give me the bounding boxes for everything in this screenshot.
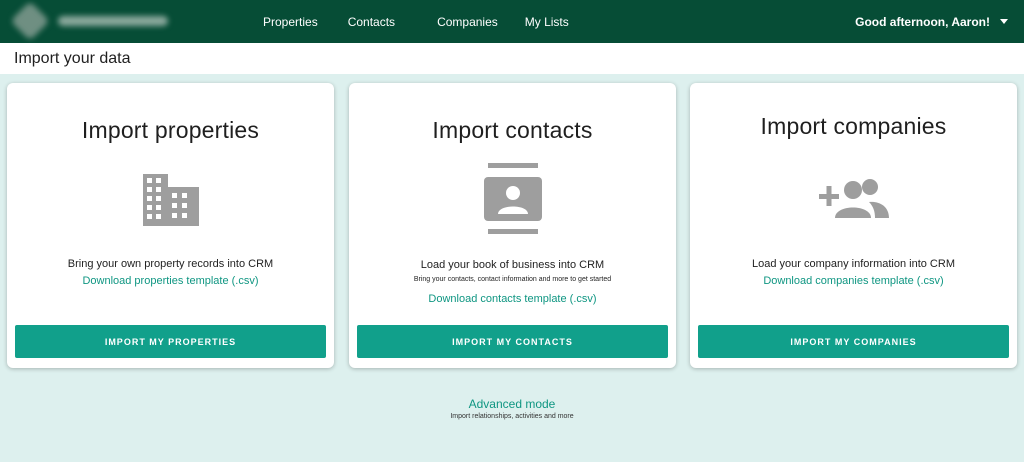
logo-mark-icon — [10, 1, 50, 41]
user-menu[interactable]: Good afternoon, Aaron! — [855, 0, 1008, 43]
brand-logo[interactable] — [10, 1, 170, 41]
nav-item-my-lists[interactable]: My Lists — [513, 15, 584, 29]
building-icon — [142, 173, 200, 232]
nav-item-companies[interactable]: Companies — [422, 15, 513, 29]
advanced-mode-section: Advanced mode Import relationships, acti… — [0, 397, 1024, 420]
chevron-down-icon — [1000, 19, 1008, 24]
card-description: Load your company information into CRM — [752, 258, 955, 270]
card-subtext: Bring your contacts, contact information… — [413, 276, 612, 283]
download-companies-template-link[interactable]: Download companies template (.csv) — [690, 275, 1017, 287]
import-companies-card: Import companies Load your company infor… — [690, 83, 1017, 368]
advanced-mode-link[interactable]: Advanced mode — [0, 397, 1024, 411]
top-navigation-bar: Properties Contacts Companies My Lists G… — [0, 0, 1024, 43]
download-properties-template-link[interactable]: Download properties template (.csv) — [7, 275, 334, 287]
import-my-companies-button[interactable]: IMPORT MY COMPANIES — [698, 325, 1009, 358]
card-title: Import contacts — [432, 117, 593, 143]
page-header: Import your data — [0, 43, 1024, 74]
nav-item-properties[interactable]: Properties — [248, 15, 333, 29]
card-title: Import properties — [81, 117, 260, 143]
advanced-mode-note: Import relationships, activities and mor… — [450, 413, 574, 420]
user-greeting: Good afternoon, Aaron! — [855, 14, 990, 29]
card-description: Bring your own property records into CRM — [67, 258, 274, 270]
card-description: Load your book of business into CRM — [420, 259, 605, 271]
page-title: Import your data — [14, 49, 131, 67]
main-nav: Properties Contacts Companies My Lists — [248, 0, 584, 43]
import-properties-card: Import properties Bring your own propert… — [7, 83, 334, 368]
import-my-properties-button[interactable]: IMPORT MY PROPERTIES — [15, 325, 326, 358]
download-contacts-template-link[interactable]: Download contacts template (.csv) — [349, 293, 676, 305]
nav-item-contacts[interactable]: Contacts — [333, 15, 410, 29]
logo-wordmark — [58, 16, 168, 26]
import-my-contacts-button[interactable]: IMPORT MY CONTACTS — [357, 325, 668, 358]
import-contacts-card: Import contacts Load your book of busine… — [349, 83, 676, 368]
group-add-icon — [818, 178, 889, 223]
card-title: Import companies — [760, 113, 947, 139]
contact-card-icon — [483, 163, 542, 240]
